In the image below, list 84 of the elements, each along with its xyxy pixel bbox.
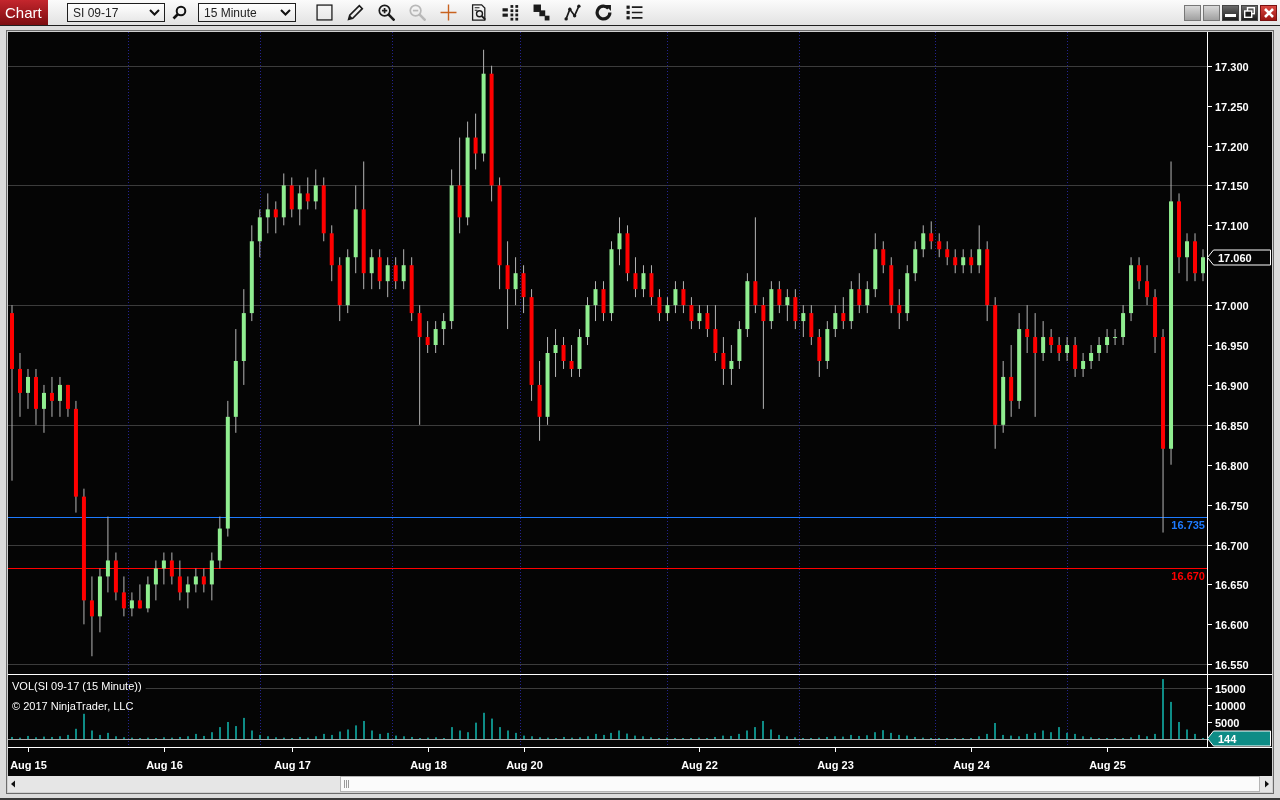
caret-icon: [280, 9, 291, 16]
date-axis-label: Aug 16: [146, 759, 183, 771]
volume-axis-label: 10000: [1215, 699, 1246, 712]
instrument-dropdown[interactable]: SI 09-17: [67, 3, 165, 22]
ref-line-label: 144: [1218, 732, 1238, 745]
scrollbar-thumb[interactable]: [340, 776, 1260, 792]
volume-axis-label: 5000: [1215, 716, 1240, 729]
interval-dropdown[interactable]: 15 Minute: [198, 3, 296, 22]
candlestick: [649, 265, 654, 306]
price-axis-label: 16.700: [1215, 539, 1249, 552]
last-volume-tag: 144: [1207, 730, 1271, 747]
price-axis-label: 16.850: [1215, 419, 1249, 432]
candlestick: [201, 568, 206, 593]
caret-icon: [149, 9, 160, 16]
candlestick: [1185, 233, 1189, 282]
candlestick: [697, 305, 702, 330]
candlestick: [809, 305, 814, 345]
candlestick: [34, 368, 38, 425]
volume-axis-label: 15000: [1215, 682, 1246, 695]
candlestick: [193, 568, 198, 593]
candlestick: [1193, 233, 1197, 282]
last-price-tag: 17.060: [1207, 249, 1271, 266]
list-icon[interactable]: [626, 4, 643, 21]
price-axis-label: 16.950: [1215, 339, 1249, 352]
candlestick: [297, 185, 302, 226]
candlestick: [217, 516, 222, 569]
date-axis-label: Aug 18: [410, 759, 447, 771]
price-axis-label: 16.650: [1215, 578, 1249, 591]
steps-icon[interactable]: [533, 4, 550, 21]
candlestick: [97, 568, 102, 633]
zoom-in-icon[interactable]: [378, 4, 395, 21]
price-axis-label: 16.750: [1215, 499, 1249, 512]
candlestick: [1201, 249, 1205, 282]
candlestick: [137, 584, 142, 609]
price-axis-label: 17.150: [1215, 179, 1249, 192]
price-axis-label: 17.300: [1215, 60, 1249, 73]
minimize-button[interactable]: [1222, 4, 1239, 21]
price-line-label: 16.670: [1171, 569, 1205, 582]
restore-button[interactable]: [1241, 4, 1258, 21]
candlestick: [713, 305, 718, 361]
candlestick: [1025, 305, 1030, 353]
search-icon[interactable]: [172, 5, 187, 20]
candlestick: [1121, 305, 1126, 345]
document-search-icon[interactable]: [471, 4, 488, 21]
price-axis-label: 17.200: [1215, 140, 1249, 153]
date-axis-label: Aug 24: [953, 759, 990, 771]
close-button[interactable]: [1260, 4, 1277, 21]
crosshair-icon[interactable]: [440, 4, 457, 21]
date-axis-label: Aug 20: [506, 759, 543, 771]
close-icon: [1263, 7, 1274, 18]
price-axis-label: 16.900: [1215, 379, 1249, 392]
copyright-text: © 2017 NinjaTrader, LLC: [12, 700, 134, 712]
square-icon[interactable]: [316, 4, 333, 21]
indicator-title: VOL(SI 09-17 (15 Minute)): [12, 680, 142, 692]
candlestick: [833, 305, 838, 338]
restore-icon: [1244, 7, 1255, 18]
pencil-icon[interactable]: [347, 4, 364, 21]
price-axis-label: 17.250: [1215, 100, 1249, 113]
candlestick: [65, 384, 70, 417]
window-button[interactable]: [1184, 4, 1201, 21]
price-line-label: 16.735: [1171, 518, 1205, 531]
candlestick: [26, 368, 30, 409]
price-axis-label: 16.600: [1215, 618, 1249, 631]
candlestick: [18, 353, 22, 417]
price-axis-label: 16.800: [1215, 459, 1249, 472]
window-title: Chart: [0, 0, 48, 25]
date-axis-label: Aug 22: [681, 759, 718, 771]
price-axis-label: 17.100: [1215, 219, 1249, 232]
dots-grid-icon[interactable]: [502, 4, 519, 21]
price-axis-label: 16.550: [1215, 658, 1249, 671]
date-axis-label: Aug 15: [10, 759, 47, 771]
date-axis-label: Aug 23: [817, 759, 854, 771]
date-axis-label: Aug 25: [1089, 759, 1126, 771]
price-axis-label: 17.000: [1215, 299, 1249, 312]
date-axis-label: Aug 17: [274, 759, 311, 771]
polyline-nodes-icon[interactable]: [564, 4, 581, 21]
window-button[interactable]: [1203, 4, 1220, 21]
candlestick: [513, 257, 518, 306]
candlestick: [801, 305, 806, 338]
minimize-icon: [1225, 13, 1236, 17]
candlestick: [1145, 265, 1150, 306]
grip-icon: [344, 780, 349, 788]
refresh-icon[interactable]: [595, 4, 612, 21]
candlestick: [705, 305, 710, 338]
